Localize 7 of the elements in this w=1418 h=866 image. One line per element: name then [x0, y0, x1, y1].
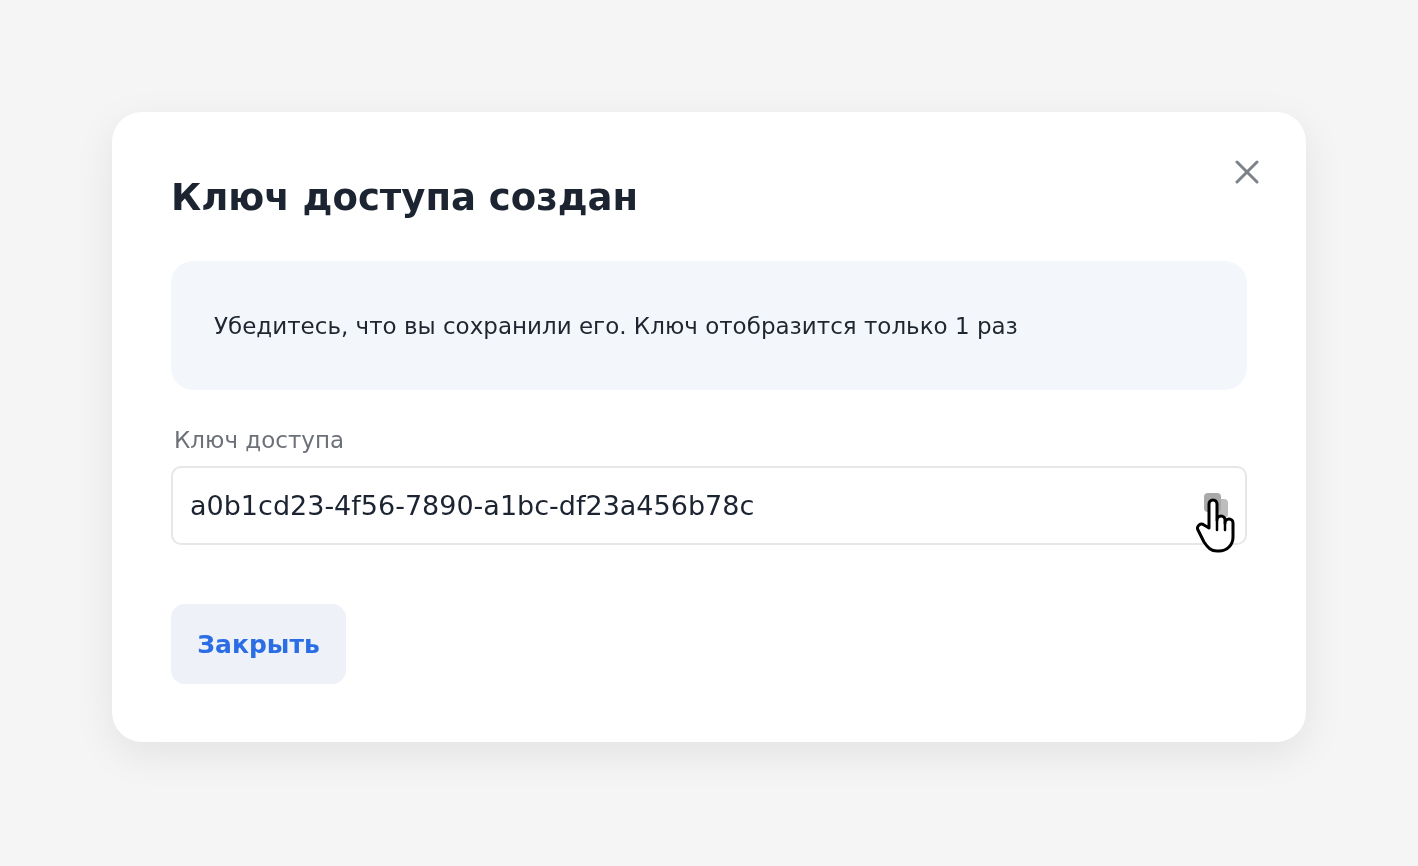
key-field[interactable]: a0b1cd23-4f56-7890-a1bc-df23a456b78c: [171, 466, 1247, 545]
notice-text: Убедитесь, что вы сохранили его. Ключ отобразится только 1 раз: [214, 312, 1018, 339]
field-label: Ключ доступа: [174, 426, 346, 454]
close-button[interactable]: [1233, 158, 1261, 186]
dialog-title: Ключ доступа создан: [171, 175, 639, 221]
close-dialog-button[interactable]: Закрыть: [171, 604, 346, 684]
close-icon: [1235, 160, 1259, 184]
